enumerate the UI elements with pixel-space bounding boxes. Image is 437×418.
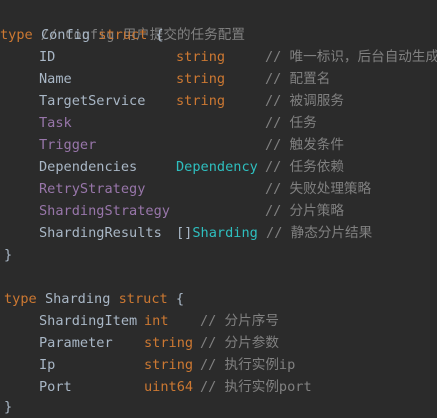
field-line: ShardingItem int // 分片序号 bbox=[39, 310, 279, 332]
embedded-field-name: RetryStrategy bbox=[39, 181, 146, 197]
field-line: Trigger // 触发条件 bbox=[39, 134, 344, 156]
embedded-field-name: Trigger bbox=[39, 137, 97, 153]
field-name: TargetService bbox=[39, 93, 146, 109]
field-comment: // 分片策略 bbox=[265, 203, 344, 219]
field-type: string bbox=[176, 71, 226, 87]
field-type: int bbox=[144, 313, 169, 329]
field-name: Parameter bbox=[39, 335, 113, 351]
keyword-type: type bbox=[4, 291, 37, 307]
field-comment: // 静态分片结果 bbox=[266, 225, 373, 241]
field-comment: // 执行实例ip bbox=[200, 357, 296, 373]
embedded-field-name: Task bbox=[39, 115, 72, 131]
field-name: Port bbox=[39, 379, 72, 395]
field-line: Parameter string // 分片参数 bbox=[39, 332, 279, 354]
field-comment: // 触发条件 bbox=[265, 137, 344, 153]
code-line-2: type Config struct { bbox=[0, 24, 164, 46]
field-name: ID bbox=[39, 49, 56, 65]
brace-open: { bbox=[175, 291, 185, 307]
code-line-brace-close: } bbox=[4, 396, 12, 418]
code-line-brace-close: } bbox=[4, 244, 12, 266]
code-line-sharding: type Sharding struct { bbox=[4, 288, 184, 310]
field-line: Dependencies Dependency // 任务依赖 bbox=[39, 156, 344, 178]
field-line: Name string // 配置名 bbox=[39, 68, 330, 90]
field-line: Port uint64 // 执行实例port bbox=[39, 376, 312, 398]
field-type-ref: Sharding bbox=[192, 225, 258, 241]
field-line: ID string // 唯一标识，后台自动生成 bbox=[39, 46, 437, 68]
field-name: Ip bbox=[39, 357, 56, 373]
type-name-config: Config bbox=[40, 27, 91, 43]
field-comment: // 被调服务 bbox=[265, 93, 344, 109]
field-comment: // 唯一标识，后台自动生成 bbox=[265, 49, 437, 65]
field-line: TargetService string // 被调服务 bbox=[39, 90, 344, 112]
field-type: uint64 bbox=[144, 379, 194, 395]
field-comment: // 配置名 bbox=[265, 71, 331, 87]
field-line: ShardingResults []Sharding // 静态分片结果 bbox=[39, 222, 372, 244]
field-comment: // 任务依赖 bbox=[265, 159, 344, 175]
brace-open: { bbox=[155, 27, 164, 43]
field-comment: // 失败处理策略 bbox=[265, 181, 372, 197]
field-name: ShardingResults bbox=[39, 225, 162, 241]
code-editor[interactable]: // Config 用户提交的任务配置 type Config struct {… bbox=[0, 0, 437, 418]
field-line: Ip string // 执行实例ip bbox=[39, 354, 295, 376]
embedded-field-name: ShardingStrategy bbox=[39, 203, 170, 219]
keyword-struct: struct bbox=[98, 27, 148, 43]
field-comment: // 分片参数 bbox=[200, 335, 279, 351]
field-type-ref: Dependency bbox=[176, 159, 258, 175]
field-name: Name bbox=[39, 71, 72, 87]
field-name: ShardingItem bbox=[39, 313, 138, 329]
field-type: string bbox=[144, 335, 194, 351]
field-type: string bbox=[176, 49, 226, 65]
brace-close: } bbox=[4, 247, 13, 263]
field-type: string bbox=[144, 357, 194, 373]
field-comment: // 分片序号 bbox=[200, 313, 279, 329]
field-name: Dependencies bbox=[39, 159, 138, 175]
field-comment: // 任务 bbox=[265, 115, 317, 131]
brace-close: } bbox=[4, 399, 13, 415]
type-name-sharding: Sharding bbox=[44, 291, 111, 307]
field-line: ShardingStrategy // 分片策略 bbox=[39, 200, 344, 222]
code-line-1: // Config 用户提交的任务配置 bbox=[8, 2, 245, 43]
field-line: RetryStrategy // 失败处理策略 bbox=[39, 178, 371, 200]
keyword-struct: struct bbox=[118, 291, 168, 307]
field-type: string bbox=[176, 93, 226, 109]
keyword-type: type bbox=[0, 27, 33, 43]
field-line: Task // 任务 bbox=[39, 112, 317, 134]
slice-prefix: [] bbox=[176, 225, 193, 241]
field-comment: // 执行实例port bbox=[200, 379, 312, 395]
